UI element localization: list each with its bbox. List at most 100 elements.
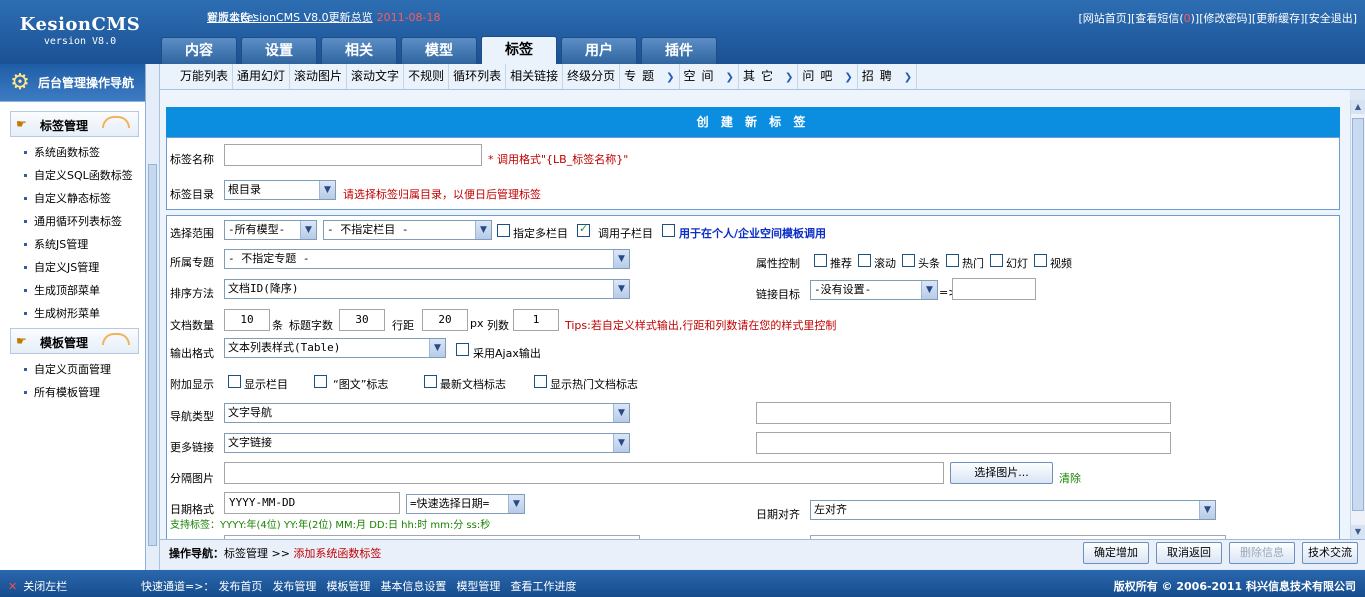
- attr-slide-checkbox[interactable]: [990, 254, 1003, 267]
- attr-recommend-checkbox[interactable]: [814, 254, 827, 267]
- date-format-input[interactable]: YYYY-MM-DD: [224, 492, 400, 514]
- link-site-home[interactable]: [网站首页]: [1078, 12, 1131, 25]
- section-tag-management[interactable]: ☛ 标签管理: [10, 111, 139, 137]
- attr-headline-checkbox[interactable]: [902, 254, 915, 267]
- sidebar-item-system-js[interactable]: 系统JS管理: [0, 233, 145, 256]
- sidebar-scrollbar[interactable]: [146, 64, 160, 570]
- attr-hot-checkbox[interactable]: [946, 254, 959, 267]
- subnav-slideshow[interactable]: 通用幻灯: [233, 64, 291, 89]
- subnav-pagination[interactable]: 终级分页: [563, 64, 621, 89]
- logo: KesionCMS version V8.0: [0, 0, 160, 64]
- sort-select[interactable]: 文档ID(降序) ▼: [224, 279, 630, 299]
- link-target-select[interactable]: -没有设置- ▼: [810, 280, 938, 300]
- tag-name-input[interactable]: [224, 144, 482, 166]
- more-link-select[interactable]: 文字链接 ▼: [224, 433, 630, 453]
- sidebar-item-custom-sql-tags[interactable]: 自定义SQL函数标签: [0, 164, 145, 187]
- sep-image-input[interactable]: [224, 462, 944, 484]
- scroll-up-icon[interactable]: ▲: [1351, 100, 1365, 114]
- subnav-universal-list[interactable]: 万能列表: [176, 64, 234, 89]
- item-label: 生成树形菜单: [34, 307, 100, 320]
- quick-link-models[interactable]: 模型管理: [456, 580, 500, 593]
- ajax-output-checkbox[interactable]: [456, 343, 469, 356]
- doc-count-input[interactable]: 10: [224, 309, 270, 331]
- sidebar-item-custom-js[interactable]: 自定义JS管理: [0, 256, 145, 279]
- attr-scroll-checkbox[interactable]: [858, 254, 871, 267]
- attr-video-checkbox[interactable]: [1034, 254, 1047, 267]
- tab-tags[interactable]: 标签: [481, 36, 557, 64]
- quick-link-publish-home[interactable]: 发布首页: [218, 580, 262, 593]
- sub-column-checkbox[interactable]: [577, 222, 590, 237]
- image-text-checkbox[interactable]: [314, 375, 327, 388]
- close-sidebar-button[interactable]: ✕ 关闭左栏: [8, 578, 67, 594]
- choose-image-button[interactable]: 选择图片...: [950, 462, 1053, 484]
- title-chars-input[interactable]: 30: [339, 309, 385, 331]
- subnav-loop-list[interactable]: 循环列表: [449, 64, 507, 89]
- cancel-return-button[interactable]: 取消返回: [1156, 542, 1222, 564]
- subnav-scroll-images[interactable]: 滚动图片: [290, 64, 348, 89]
- column-select[interactable]: - 不指定栏目 - ▼: [323, 220, 492, 240]
- content-scrollbar[interactable]: ▲ ▼: [1350, 100, 1365, 539]
- date-quick-select[interactable]: =快速选择日期= ▼: [406, 494, 525, 514]
- nav-type-select[interactable]: 文字导航 ▼: [224, 403, 630, 423]
- tab-users[interactable]: 用户: [561, 37, 637, 64]
- model-select[interactable]: -所有模型- ▼: [224, 220, 317, 240]
- link-messages[interactable]: [查看短信(0)]: [1131, 12, 1199, 25]
- quick-link-publish-manage[interactable]: 发布管理: [272, 580, 316, 593]
- tag-dir-select[interactable]: 根目录 ▼: [224, 180, 336, 200]
- tab-model[interactable]: 模型: [401, 37, 477, 64]
- tab-content[interactable]: 内容: [161, 37, 237, 64]
- tab-settings[interactable]: 设置: [241, 37, 317, 64]
- subnav-ask-dropdown[interactable]: 问吧 ❯: [798, 64, 858, 89]
- delete-info-button[interactable]: 删除信息: [1229, 542, 1295, 564]
- output-format-select[interactable]: 文本列表样式(Table) ▼: [224, 338, 446, 358]
- sidebar-item-top-menu[interactable]: 生成顶部菜单: [0, 279, 145, 302]
- notice: 官方公告： 新版本KesionCMS V8.0更新总览 2011-08-18: [207, 9, 441, 25]
- link-logout[interactable]: [安全退出]: [1304, 12, 1357, 25]
- scroll-down-icon[interactable]: ▼: [1351, 525, 1365, 539]
- subnav-scroll-text[interactable]: 滚动文字: [347, 64, 405, 89]
- tab-plugins[interactable]: 插件: [641, 37, 717, 64]
- link-change-password[interactable]: [修改密码]: [1199, 12, 1252, 25]
- show-column-checkbox[interactable]: [228, 375, 241, 388]
- confirm-add-button[interactable]: 确定增加: [1083, 542, 1149, 564]
- sidebar-item-all-templates[interactable]: 所有模板管理: [0, 381, 145, 404]
- sidebar-item-system-function-tags[interactable]: 系统函数标签: [0, 141, 145, 164]
- date-align-select[interactable]: 左对齐 ▼: [810, 500, 1216, 520]
- cols-input[interactable]: 1: [513, 309, 559, 331]
- subnav-jobs-dropdown[interactable]: 招聘 ❯: [858, 64, 918, 89]
- double-chevron-down-icon: ❯: [844, 72, 853, 83]
- sidebar-item-custom-pages[interactable]: 自定义页面管理: [0, 358, 145, 381]
- date-align-label: 日期对齐: [756, 508, 800, 521]
- nav-type-input[interactable]: [756, 402, 1171, 424]
- space-template-checkbox[interactable]: [662, 224, 675, 237]
- quick-link-basic-settings[interactable]: 基本信息设置: [380, 580, 446, 593]
- multi-column-checkbox[interactable]: [497, 224, 510, 237]
- row-gap-input[interactable]: 20: [422, 309, 468, 331]
- scroll-thumb[interactable]: [148, 164, 157, 546]
- sidebar-item-custom-static-tags[interactable]: 自定义静态标签: [0, 187, 145, 210]
- subnav-topic-dropdown[interactable]: 专题 ❯: [620, 64, 680, 89]
- subnav-irregular[interactable]: 不规则: [404, 64, 450, 89]
- topic-select[interactable]: - 不指定专题 - ▼: [224, 249, 630, 269]
- more-link-input[interactable]: [756, 432, 1171, 454]
- select-value: 文字链接: [228, 436, 272, 449]
- subnav-space-dropdown[interactable]: 空间 ❯: [680, 64, 739, 89]
- link-target-input[interactable]: [952, 278, 1036, 300]
- quick-link-templates[interactable]: 模板管理: [326, 580, 370, 593]
- link-update-cache[interactable]: [更新缓存]: [1252, 12, 1305, 25]
- hot-doc-checkbox[interactable]: [534, 375, 547, 388]
- scroll-thumb[interactable]: [1352, 118, 1364, 511]
- newest-doc-checkbox[interactable]: [424, 375, 437, 388]
- sidebar-item-tree-menu[interactable]: 生成树形菜单: [0, 302, 145, 325]
- space-template-label: 用于在个人/企业空间模板调用: [679, 227, 827, 240]
- subnav-other-dropdown[interactable]: 其它 ❯: [739, 64, 799, 89]
- quick-link-progress[interactable]: 查看工作进度: [510, 580, 576, 593]
- tab-related[interactable]: 相关: [321, 37, 397, 64]
- subnav-related-links[interactable]: 相关链接: [506, 64, 564, 89]
- tech-exchange-button[interactable]: 技术交流: [1302, 542, 1358, 564]
- section-template-management[interactable]: ☛ 模板管理: [10, 328, 139, 354]
- breadcrumb-item[interactable]: 标签管理: [224, 547, 268, 560]
- sidebar-item-loop-list-tags[interactable]: 通用循环列表标签: [0, 210, 145, 233]
- clear-link[interactable]: 清除: [1059, 470, 1081, 486]
- chevron-down-icon: ▼: [319, 181, 335, 199]
